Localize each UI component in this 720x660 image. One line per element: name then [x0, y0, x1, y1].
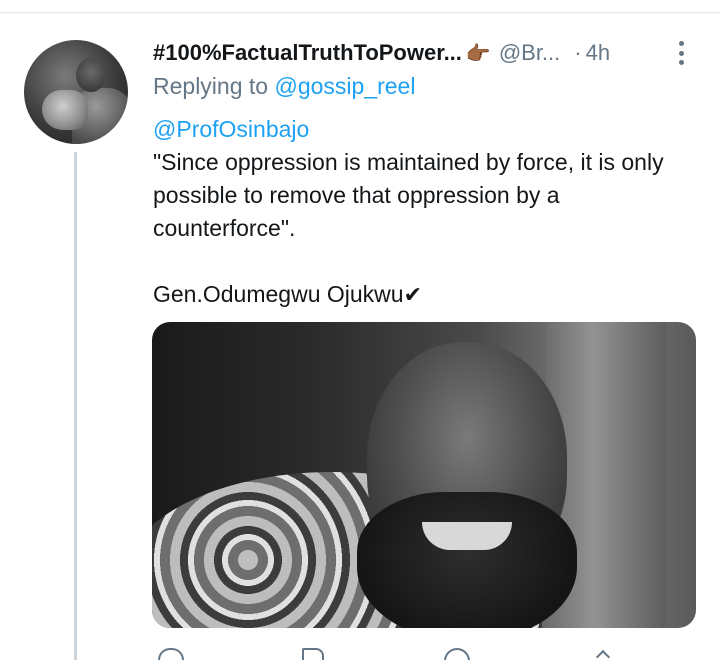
- tweet-actions: [152, 648, 622, 660]
- tweet-time[interactable]: 4h: [586, 40, 610, 66]
- tweet-header: #100%FactualTruthToPower... 👉🏾 @Br... · …: [153, 38, 610, 68]
- quote-text: "Since oppression is maintained by force…: [153, 149, 664, 241]
- avatar-fist-shape: [42, 90, 88, 130]
- user-handle[interactable]: @Br...: [499, 40, 560, 66]
- share-icon[interactable]: [595, 649, 611, 660]
- separator-dot: ·: [574, 40, 582, 65]
- tweet-body: @ProfOsinbajo "Since oppression is maint…: [153, 113, 693, 311]
- attribution-text: Gen.Odumegwu Ojukwu: [153, 281, 404, 307]
- more-dot: [678, 41, 684, 46]
- display-name[interactable]: #100%FactualTruthToPower...: [153, 40, 462, 66]
- more-vertical-icon[interactable]: [673, 38, 689, 68]
- attribution-line: Gen.Odumegwu Ojukwu✔: [153, 278, 693, 311]
- top-divider: [0, 12, 720, 13]
- more-dot: [678, 50, 684, 56]
- replying-prefix: Replying to: [153, 73, 269, 99]
- heart-icon[interactable]: [444, 648, 470, 660]
- more-dot: [678, 60, 684, 65]
- avatar-head-shape: [76, 58, 106, 92]
- pointing-hand-icon: 👉🏾: [465, 42, 491, 65]
- avatar[interactable]: [24, 40, 128, 144]
- reply-icon[interactable]: [158, 648, 184, 660]
- tweet-media-image[interactable]: [152, 322, 696, 628]
- body-mention[interactable]: @ProfOsinbajo: [153, 113, 693, 146]
- media-smile-shape: [422, 522, 512, 550]
- replying-to-line: Replying to @gossip_reel: [153, 73, 415, 100]
- media-beard-shape: [357, 492, 577, 628]
- replying-to-mention[interactable]: @gossip_reel: [274, 73, 415, 99]
- retweet-icon[interactable]: [302, 648, 324, 660]
- check-icon: ✔: [403, 282, 423, 307]
- thread-line: [74, 152, 77, 660]
